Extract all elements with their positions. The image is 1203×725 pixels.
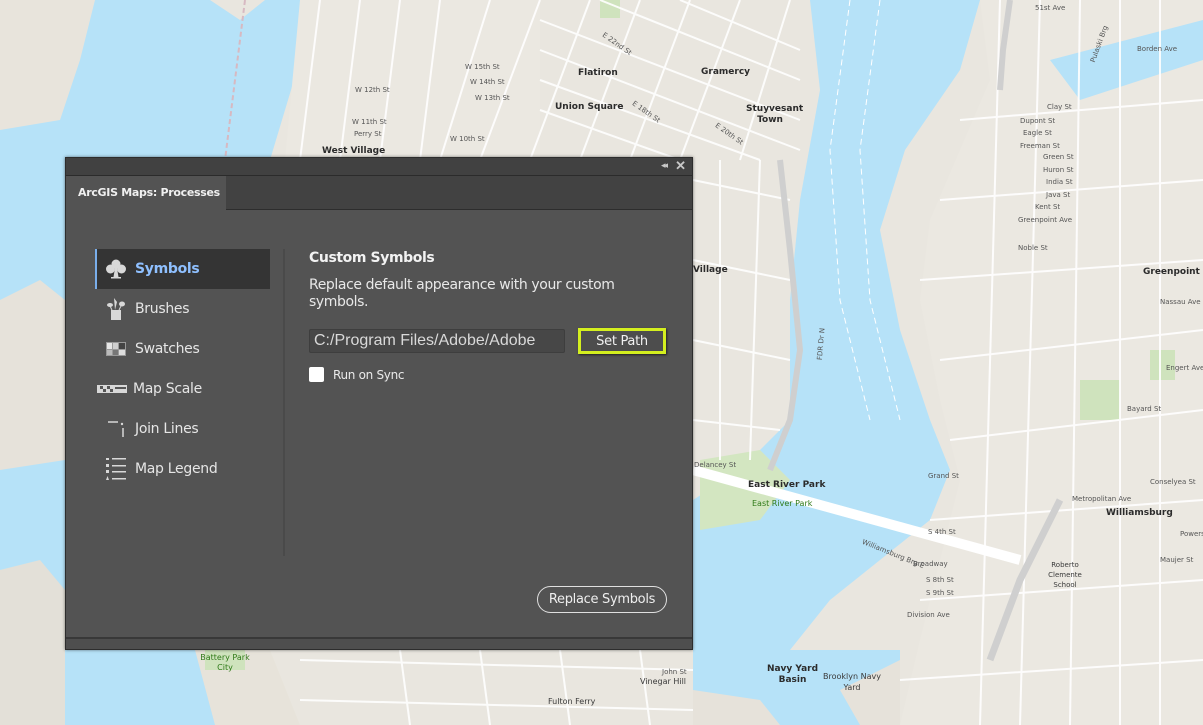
replace-symbols-button[interactable]: Replace Symbols [537, 586, 667, 613]
map-label-gramercy: Gramercy [701, 67, 751, 77]
nav-item-label: Symbols [135, 261, 200, 277]
nav-item-label: Join Lines [135, 421, 199, 437]
panel-footer [66, 637, 692, 649]
symbols-path-input[interactable] [309, 329, 565, 353]
map-scale-icon [95, 385, 129, 393]
run-on-sync-label[interactable]: Run on Sync [333, 368, 405, 382]
map-label-freeman-st: Freeman St [1020, 142, 1060, 150]
nav-divider [283, 249, 285, 556]
nav-item-label: Map Scale [133, 381, 202, 397]
nav-item-brushes[interactable]: Brushes [95, 289, 270, 329]
process-nav: Symbols Brushes Swatches Map Scale Join … [95, 249, 270, 489]
map-label-w-14th: W 14th St [470, 78, 505, 86]
map-label-roberto-clemente: Roberto Clemente School [1048, 561, 1082, 589]
map-label-w-10th: W 10th St [450, 135, 485, 143]
close-icon[interactable]: ✕ [675, 158, 686, 174]
map-label-w-11th: W 11th St [352, 118, 387, 126]
map-label-india-st: India St [1046, 178, 1073, 186]
swatches-icon [101, 342, 131, 356]
map-label-nassau-ave: Nassau Ave [1160, 298, 1201, 306]
map-label-grand-st: Grand St [928, 472, 959, 480]
map-label-greenpoint-ave: Greenpoint Ave [1018, 216, 1073, 224]
nav-item-map-legend[interactable]: Map Legend [95, 449, 270, 489]
map-label-east-village: Village [693, 265, 728, 275]
map-label-maujer-st: Maujer St [1160, 556, 1194, 564]
map-label-s-4th: S 4th St [928, 528, 956, 536]
map-label-w-15th: W 15th St [465, 63, 500, 71]
map-label-w-12th: W 12th St [355, 86, 390, 94]
map-label-john-st: John St [662, 668, 687, 676]
map-label-51st-ave: 51st Ave [1035, 4, 1066, 12]
custom-symbols-section: Custom Symbols Replace default appearanc… [309, 250, 679, 382]
map-label-powers-st: Powers St [1180, 530, 1203, 538]
map-label-williamsburg: Williamsburg [1106, 508, 1173, 518]
map-label-clay-st: Clay St [1047, 103, 1072, 111]
map-label-vinegar-hill: Vinegar Hill [640, 677, 687, 686]
map-label-division-ave: Division Ave [907, 611, 950, 619]
map-label-w-13th: W 13th St [475, 94, 510, 102]
map-label-metropolitan-ave: Metropolitan Ave [1072, 495, 1132, 503]
map-label-s-9th: S 9th St [926, 589, 954, 597]
map-label-east-river-park-green: East River Park [752, 499, 813, 508]
section-title: Custom Symbols [309, 250, 435, 266]
map-label-dupont-st: Dupont St [1020, 117, 1056, 125]
nav-item-label: Brushes [135, 301, 190, 317]
nav-item-label: Map Legend [135, 461, 218, 477]
map-label-kent-st: Kent St [1035, 203, 1061, 211]
map-label-fulton-ferry: Fulton Ferry [548, 697, 596, 706]
map-label-noble-st: Noble St [1018, 244, 1048, 252]
map-label-west-village: West Village [322, 146, 386, 156]
club-icon [101, 259, 131, 279]
join-lines-icon [101, 419, 131, 439]
map-label-delancey-st: Delancey St [694, 461, 737, 469]
map-label-bayard-st: Bayard St [1127, 405, 1162, 413]
map-label-navy-yard-basin: Navy Yard Basin [766, 664, 819, 685]
map-label-eagle-st: Eagle St [1023, 129, 1052, 137]
nav-item-map-scale[interactable]: Map Scale [95, 369, 270, 409]
map-label-perry: Perry St [354, 130, 382, 138]
list-icon [101, 457, 131, 481]
nav-item-swatches[interactable]: Swatches [95, 329, 270, 369]
map-label-green-st: Green St [1043, 153, 1074, 161]
arcgis-processes-panel: ◂◂ ✕ ArcGIS Maps: Processes Symbols Brus… [65, 157, 693, 650]
map-label-east-river-park: East River Park [748, 480, 826, 490]
run-on-sync-row: Run on Sync [309, 367, 679, 382]
panel-title-bar[interactable]: ◂◂ ✕ [66, 158, 692, 176]
map-label-java-st: Java St [1046, 191, 1071, 199]
tab-arcgis-maps-processes[interactable]: ArcGIS Maps: Processes [66, 176, 226, 210]
map-label-brooklyn-navy-yard: Brooklyn Navy Yard [823, 672, 881, 692]
nav-item-join-lines[interactable]: Join Lines [95, 409, 270, 449]
map-label-stuyvesant-town: Stuyvesant Town [746, 104, 804, 125]
run-on-sync-checkbox[interactable] [309, 367, 324, 382]
double-chevron-left-icon[interactable]: ◂◂ [661, 160, 668, 171]
map-label-union-square: Union Square [555, 102, 624, 112]
section-description: Replace default appearance with your cus… [309, 277, 615, 310]
map-label-battery-park-city: Battery Park City [200, 653, 250, 672]
map-label-borden-ave: Borden Ave [1137, 45, 1178, 53]
set-path-button[interactable]: Set Path [578, 328, 666, 354]
nav-item-label: Swatches [135, 341, 200, 357]
map-label-conselyea-st: Conselyea St [1150, 478, 1196, 486]
path-row: Set Path [309, 328, 679, 354]
map-label-engert-ave: Engert Ave [1166, 364, 1203, 372]
panel-tab-bar: ArcGIS Maps: Processes [66, 176, 692, 210]
map-label-huron-st: Huron St [1043, 166, 1074, 174]
map-label-s-8th: S 8th St [926, 576, 954, 584]
brush-pot-icon [101, 296, 131, 322]
map-label-flatiron: Flatiron [578, 68, 618, 78]
map-label-greenpoint: Greenpoint [1143, 267, 1200, 277]
nav-item-symbols[interactable]: Symbols [95, 249, 270, 289]
